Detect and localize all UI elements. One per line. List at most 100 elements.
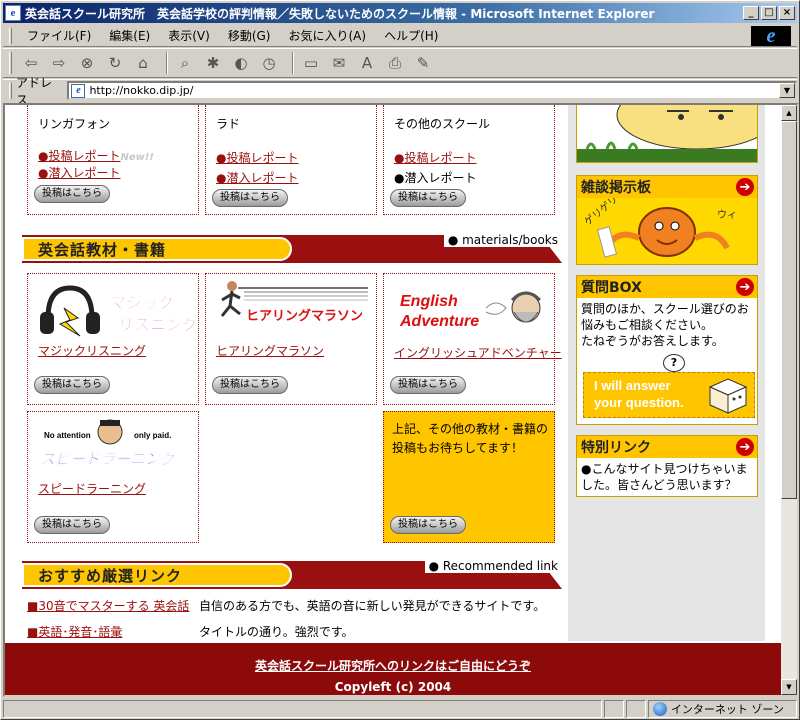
- recommended-desc: タイトルの通り。強烈です。: [199, 625, 354, 639]
- logo-text-1: English: [400, 293, 458, 310]
- material-link[interactable]: ヒアリングマラソン: [216, 342, 324, 359]
- scroll-down-icon[interactable]: ▼: [781, 679, 797, 695]
- recommended-link[interactable]: ■英語･発音･語彙: [27, 625, 122, 639]
- fullscreen-icon[interactable]: ▭: [300, 52, 322, 74]
- special-links-box: 特別リンク ➔ ●こんなサイト見つけちゃいました。皆さんどう思います？: [576, 435, 758, 497]
- question-box: 質問BOX ➔ 質問のほか、スクール選びのお悩みもご相談ください。 たねぞうがお答…: [576, 275, 758, 425]
- post-button[interactable]: 投稿はこちら: [34, 185, 110, 203]
- browser-window: e 英会話スクール研究所 英会話学校の評判情報／失敗しないためのスクール情報 -…: [0, 0, 800, 720]
- toolbar-grip: [9, 52, 12, 74]
- school-box-linguaphone: リンガフォン ●投稿レポートNew!! ●潜入レポート 投稿はこちら: [27, 105, 199, 215]
- box-icon: [708, 378, 748, 414]
- status-bar: インターネット ゾーン: [3, 699, 798, 719]
- media-icon[interactable]: ◐: [230, 52, 252, 74]
- post-button[interactable]: 投稿はこちら: [390, 189, 466, 207]
- logo-text-2: リスニング: [118, 315, 198, 334]
- school-name: リンガフォン: [38, 117, 111, 131]
- page-viewport: リンガフォン ●投稿レポートNew!! ●潜入レポート 投稿はこちら ラド ●投…: [3, 103, 799, 697]
- arrow-right-icon[interactable]: ➔: [736, 438, 754, 456]
- toolbar: ⇦ ⇨ ⊗ ↻ ⌂ ⌕ ✱ ◐ ◷ ▭ ✉ A ⎙ ✎: [3, 48, 797, 78]
- title-bar: e 英会話スクール研究所 英会話学校の評判情報／失敗しないためのスクール情報 -…: [3, 3, 797, 23]
- post-button[interactable]: 投稿はこちら: [34, 516, 110, 534]
- status-segment: [626, 700, 646, 718]
- refresh-icon[interactable]: ↻: [104, 52, 126, 74]
- zone-text: インターネット ゾーン: [670, 703, 784, 716]
- bbs-title[interactable]: 雑談掲示板: [581, 177, 651, 197]
- answer-banner-text: I will answer your question.: [594, 378, 684, 410]
- recommended-desc: 自信のある方でも、英語の音に新しい発見ができるサイトです。: [199, 599, 546, 613]
- toolbar-separator: [292, 52, 294, 74]
- bbs-mascot-image[interactable]: ゲリゲリ ウィ: [577, 193, 757, 264]
- forward-icon[interactable]: ⇨: [48, 52, 70, 74]
- new-badge: New!!: [120, 152, 154, 163]
- print-icon[interactable]: ⎙: [384, 52, 406, 74]
- minimize-button[interactable]: _: [743, 6, 759, 20]
- toolbar-separator: [166, 52, 168, 74]
- close-button[interactable]: ×: [779, 6, 795, 20]
- menu-file[interactable]: ファイル(F): [18, 27, 100, 44]
- post-button[interactable]: 投稿はこちら: [34, 376, 110, 394]
- section-title: おすすめ厳選リンク: [22, 563, 292, 587]
- bbs-caption-2: ウィ: [717, 209, 737, 221]
- other-materials-text: 上記、その他の教材・書籍の投稿もお待ちしてます！: [392, 422, 549, 455]
- infiltration-report-link[interactable]: ●潜入レポート: [38, 164, 120, 181]
- menu-edit[interactable]: 編集(E): [100, 27, 159, 44]
- menu-view[interactable]: 表示(V): [159, 27, 219, 44]
- school-box-other: その他のスクール ●投稿レポート ●潜入レポート 投稿はこちら: [383, 105, 555, 215]
- material-link[interactable]: スピードラーニング: [38, 480, 146, 497]
- search-icon[interactable]: ⌕: [174, 52, 196, 74]
- back-icon[interactable]: ⇦: [20, 52, 42, 74]
- vertical-scrollbar[interactable]: ▲ ▼: [781, 105, 797, 695]
- address-input[interactable]: e http://nokko.dip.jp/ ▼: [67, 81, 797, 100]
- material-link[interactable]: マジックリスニング: [38, 342, 146, 359]
- menu-go[interactable]: 移動(G): [219, 27, 280, 44]
- post-button[interactable]: 投稿はこちら: [212, 376, 288, 394]
- footer-link[interactable]: 英会話スクール研究所へのリンクはご自由にどうぞ: [5, 657, 781, 674]
- speed-learning-logo: No attention only paid. スピードラーニング: [40, 419, 178, 468]
- menu-favorites[interactable]: お気に入り(A): [279, 27, 375, 44]
- scroll-up-icon[interactable]: ▲: [781, 105, 797, 121]
- font-size-icon[interactable]: A: [356, 52, 378, 74]
- post-report-link[interactable]: ●投稿レポート: [216, 149, 298, 166]
- zone-indicator: インターネット ゾーン: [647, 700, 798, 718]
- page-icon: e: [71, 83, 86, 98]
- scroll-thumb[interactable]: [781, 121, 797, 499]
- question-bubble-icon: ?: [663, 354, 685, 372]
- logo-text: スピードラーニング: [40, 450, 178, 468]
- section-title: 英会話教材・書籍: [22, 237, 292, 261]
- history-icon[interactable]: ◷: [258, 52, 280, 74]
- favorites-icon[interactable]: ✱: [202, 52, 224, 74]
- top-mascot-banner[interactable]: [576, 105, 758, 163]
- maximize-button[interactable]: □: [761, 6, 777, 20]
- menu-help[interactable]: ヘルプ(H): [375, 27, 447, 44]
- special-links-title[interactable]: 特別リンク: [581, 437, 651, 457]
- section-subtitle: ● Recommended link: [424, 559, 558, 573]
- footer-copyright: Copyleft (c) 2004: [334, 680, 452, 694]
- post-report-link[interactable]: ●投稿レポート: [394, 149, 476, 166]
- school-box-rado: ラド ●投稿レポート ●潜入レポート 投稿はこちら: [205, 105, 377, 215]
- answer-banner[interactable]: I will answer your question.: [583, 372, 755, 418]
- arrow-right-icon[interactable]: ➔: [736, 278, 754, 296]
- post-report-link[interactable]: ●投稿レポートNew!!: [38, 147, 154, 164]
- page-footer: 英会話スクール研究所へのリンクはご自由にどうぞ Copyleft (c) 200…: [5, 643, 781, 695]
- magic-listening-logo: マジック リスニング: [40, 285, 198, 337]
- mail-icon[interactable]: ✉: [328, 52, 350, 74]
- stop-icon[interactable]: ⊗: [76, 52, 98, 74]
- edit-icon[interactable]: ✎: [412, 52, 434, 74]
- address-url[interactable]: http://nokko.dip.jp/: [89, 84, 193, 97]
- address-dropdown-icon[interactable]: ▼: [779, 83, 795, 98]
- recommended-row: ■英語･発音･語彙: [27, 623, 122, 640]
- home-icon[interactable]: ⌂: [132, 52, 154, 74]
- recommended-link[interactable]: ■30音でマスターする 英会話: [27, 599, 189, 613]
- logo-text: ヒアリングマラソン: [246, 308, 363, 324]
- question-box-title[interactable]: 質問BOX: [581, 277, 642, 297]
- post-button[interactable]: 投稿はこちら: [390, 516, 466, 534]
- infiltration-report-link[interactable]: ●潜入レポート: [216, 169, 298, 186]
- menu-grip: [9, 27, 12, 44]
- status-text: [3, 700, 603, 718]
- material-link[interactable]: イングリッシュアドベンチャー: [394, 344, 562, 361]
- post-button[interactable]: 投稿はこちら: [390, 376, 466, 394]
- post-button[interactable]: 投稿はこちら: [212, 189, 288, 207]
- arrow-right-icon[interactable]: ➔: [736, 178, 754, 196]
- recommended-row: ■30音でマスターする 英会話: [27, 597, 189, 614]
